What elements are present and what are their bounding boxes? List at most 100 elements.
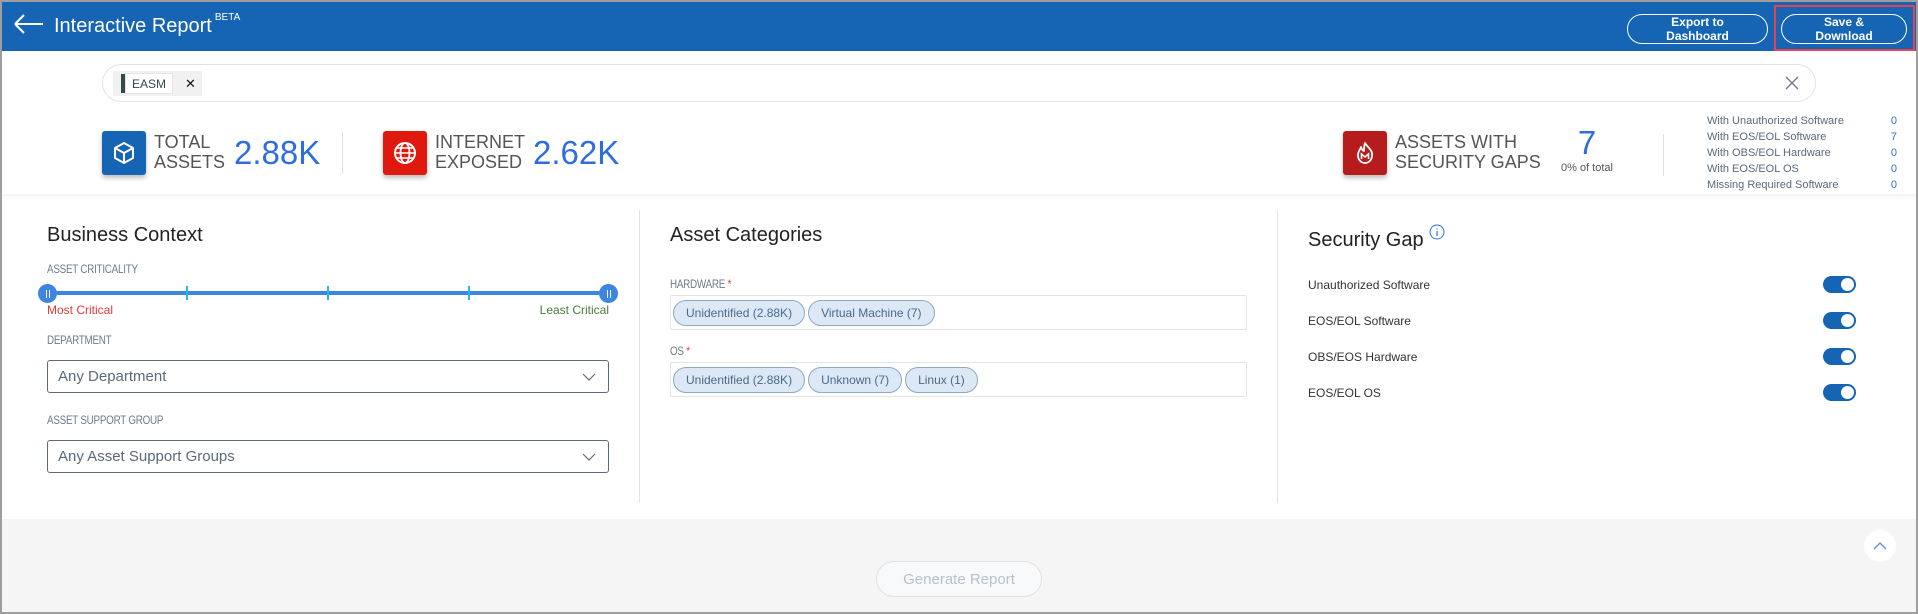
- highlight-box: [1774, 5, 1915, 51]
- globe-icon: [383, 131, 427, 175]
- required-mark: *: [686, 344, 690, 358]
- os-label-text: OS: [670, 344, 684, 358]
- security-gap-row: OBS/EOS Hardware: [1308, 348, 1856, 368]
- chevron-down-icon: [582, 453, 596, 461]
- asset-categories-title: Asset Categories: [670, 224, 823, 246]
- gap-breakdown-label: Missing Required Software: [1707, 179, 1839, 191]
- gap-breakdown-value[interactable]: 0: [1891, 145, 1897, 161]
- back-arrow-icon[interactable]: [13, 11, 45, 37]
- export-to-dashboard-button[interactable]: Export to Dashboard: [1627, 14, 1768, 44]
- beta-badge: BETA: [214, 12, 241, 24]
- gap-breakdown-list: With Unauthorized Software 0 With EOS/EOL…: [1707, 113, 1897, 193]
- total-assets-value[interactable]: 2.88K: [234, 134, 320, 172]
- os-label: OS *: [670, 344, 690, 358]
- gap-breakdown-row: With EOS/EOL OS 0: [1707, 161, 1897, 177]
- internet-exposed-label: INTERNET EXPOSED: [435, 132, 525, 172]
- os-tag[interactable]: Unknown (7): [808, 367, 903, 393]
- security-gap-row: Unauthorized Software: [1308, 276, 1856, 296]
- eos-eol-software-toggle[interactable]: [1823, 312, 1856, 329]
- panel-divider: [639, 210, 640, 503]
- security-gap-label: EOS/EOL Software: [1308, 314, 1411, 328]
- gap-breakdown-label: With Unauthorized Software: [1707, 115, 1844, 127]
- gap-breakdown-label: With EOS/EOL Software: [1707, 131, 1827, 143]
- security-gaps-value[interactable]: 7: [1542, 124, 1632, 162]
- security-gap-label: EOS/EOL OS: [1308, 386, 1381, 400]
- hardware-label-text: Hardware: [670, 277, 726, 291]
- security-gap-label: OBS/EOS Hardware: [1308, 350, 1418, 364]
- security-gap-title: Security Gap: [1308, 224, 1445, 252]
- hardware-label: Hardware *: [670, 277, 731, 291]
- total-assets-label: TOTAL ASSETS: [154, 132, 225, 172]
- chip-remove-icon[interactable]: ✕: [185, 76, 196, 92]
- page-title: Interactive Report BETA: [54, 12, 241, 38]
- cube-icon: [102, 131, 146, 175]
- hardware-tag-input[interactable]: Unidentified (2.88K) Virtual Machine (7): [670, 295, 1247, 330]
- required-mark: *: [727, 277, 732, 291]
- hardware-tag[interactable]: Unidentified (2.88K): [673, 300, 806, 326]
- least-critical-label: Least Critical: [539, 303, 609, 317]
- chip-label: EASM: [125, 73, 174, 94]
- panel-divider: [1277, 210, 1278, 503]
- fire-icon: [1343, 131, 1387, 175]
- gap-breakdown-label: With EOS/EOL OS: [1707, 163, 1799, 175]
- security-gap-row: EOS/EOL OS: [1308, 384, 1856, 404]
- filter-search-bar[interactable]: EASM ✕: [102, 64, 1816, 102]
- os-tag-input[interactable]: Unidentified (2.88K) Unknown (7) Linux (…: [670, 362, 1247, 397]
- gap-breakdown-row: With OBS/EOL Hardware 0: [1707, 145, 1897, 161]
- generate-report-button[interactable]: Generate Report: [876, 561, 1042, 597]
- unauthorized-software-toggle[interactable]: [1823, 276, 1856, 293]
- asset-support-group-select[interactable]: Any Asset Support Groups: [47, 440, 609, 473]
- chevron-down-icon: [582, 373, 596, 381]
- divider: [342, 132, 343, 174]
- security-gap-row: EOS/EOL Software: [1308, 312, 1856, 332]
- info-icon[interactable]: [1429, 224, 1445, 240]
- asset-criticality-label: Asset Criticality: [47, 262, 138, 276]
- total-assets-label-line2: ASSETS: [154, 152, 226, 172]
- gap-breakdown-row: With Unauthorized Software 0: [1707, 113, 1897, 129]
- gap-breakdown-value[interactable]: 0: [1891, 113, 1897, 129]
- gap-breakdown-value[interactable]: 0: [1891, 177, 1897, 193]
- page-title-text: Interactive Report: [54, 15, 212, 37]
- slider-max-handle[interactable]: [599, 284, 618, 303]
- gap-breakdown-row: With EOS/EOL Software 7: [1707, 129, 1897, 145]
- slider-tick: [186, 286, 188, 300]
- internet-exposed-label-line1: INTERNET: [435, 132, 525, 152]
- security-gaps-label-line2: SECURITY GAPS: [1395, 152, 1541, 172]
- internet-exposed-value[interactable]: 2.62K: [533, 134, 619, 172]
- chevron-up-icon: [1873, 542, 1887, 550]
- slider-tick: [468, 286, 470, 300]
- os-tag[interactable]: Unidentified (2.88K): [673, 367, 806, 393]
- security-gap-label: Unauthorized Software: [1308, 278, 1431, 292]
- department-select[interactable]: Any Department: [47, 360, 609, 393]
- total-assets-label-line1: TOTAL: [154, 132, 211, 152]
- asset-support-group-select-value: Any Asset Support Groups: [58, 448, 235, 465]
- eos-eol-os-toggle[interactable]: [1823, 384, 1856, 401]
- footer-bar: Generate Report: [0, 519, 1918, 614]
- security-gaps-label: ASSETS WITH SECURITY GAPS: [1395, 132, 1541, 172]
- obs-eos-hardware-toggle[interactable]: [1823, 348, 1856, 365]
- os-tag[interactable]: Linux (1): [905, 367, 978, 393]
- internet-exposed-label-line2: EXPOSED: [435, 152, 523, 172]
- department-label: Department: [47, 333, 112, 347]
- gap-breakdown-row: Missing Required Software 0: [1707, 177, 1897, 193]
- slider-tick: [327, 286, 329, 300]
- most-critical-label: Most Critical: [47, 303, 114, 317]
- asset-support-group-label: Asset Support Group: [47, 413, 164, 427]
- stats-summary: TOTAL ASSETS 2.88K INTERNET EXPOSED 2.62…: [0, 110, 1918, 194]
- divider: [1663, 134, 1664, 176]
- hardware-tag[interactable]: Virtual Machine (7): [808, 300, 935, 326]
- gap-breakdown-value[interactable]: 0: [1891, 161, 1897, 177]
- slider-min-handle[interactable]: [38, 284, 57, 303]
- gap-breakdown-label: With OBS/EOL Hardware: [1707, 147, 1831, 159]
- scroll-to-top-button[interactable]: [1864, 530, 1896, 562]
- app-header: Interactive Report BETA Export to Dashboa…: [0, 0, 1918, 51]
- security-gaps-label-line1: ASSETS WITH: [1395, 132, 1518, 152]
- security-gap-title-text: Security Gap: [1308, 229, 1424, 251]
- clear-search-icon[interactable]: [1783, 74, 1801, 92]
- asset-criticality-slider[interactable]: [38, 283, 618, 303]
- security-gaps-percent: 0% of total: [1561, 162, 1613, 174]
- gap-breakdown-value[interactable]: 7: [1891, 129, 1897, 145]
- filter-chip: EASM ✕: [113, 71, 202, 96]
- business-context-title: Business Context: [47, 224, 203, 246]
- department-select-value: Any Department: [58, 368, 167, 385]
